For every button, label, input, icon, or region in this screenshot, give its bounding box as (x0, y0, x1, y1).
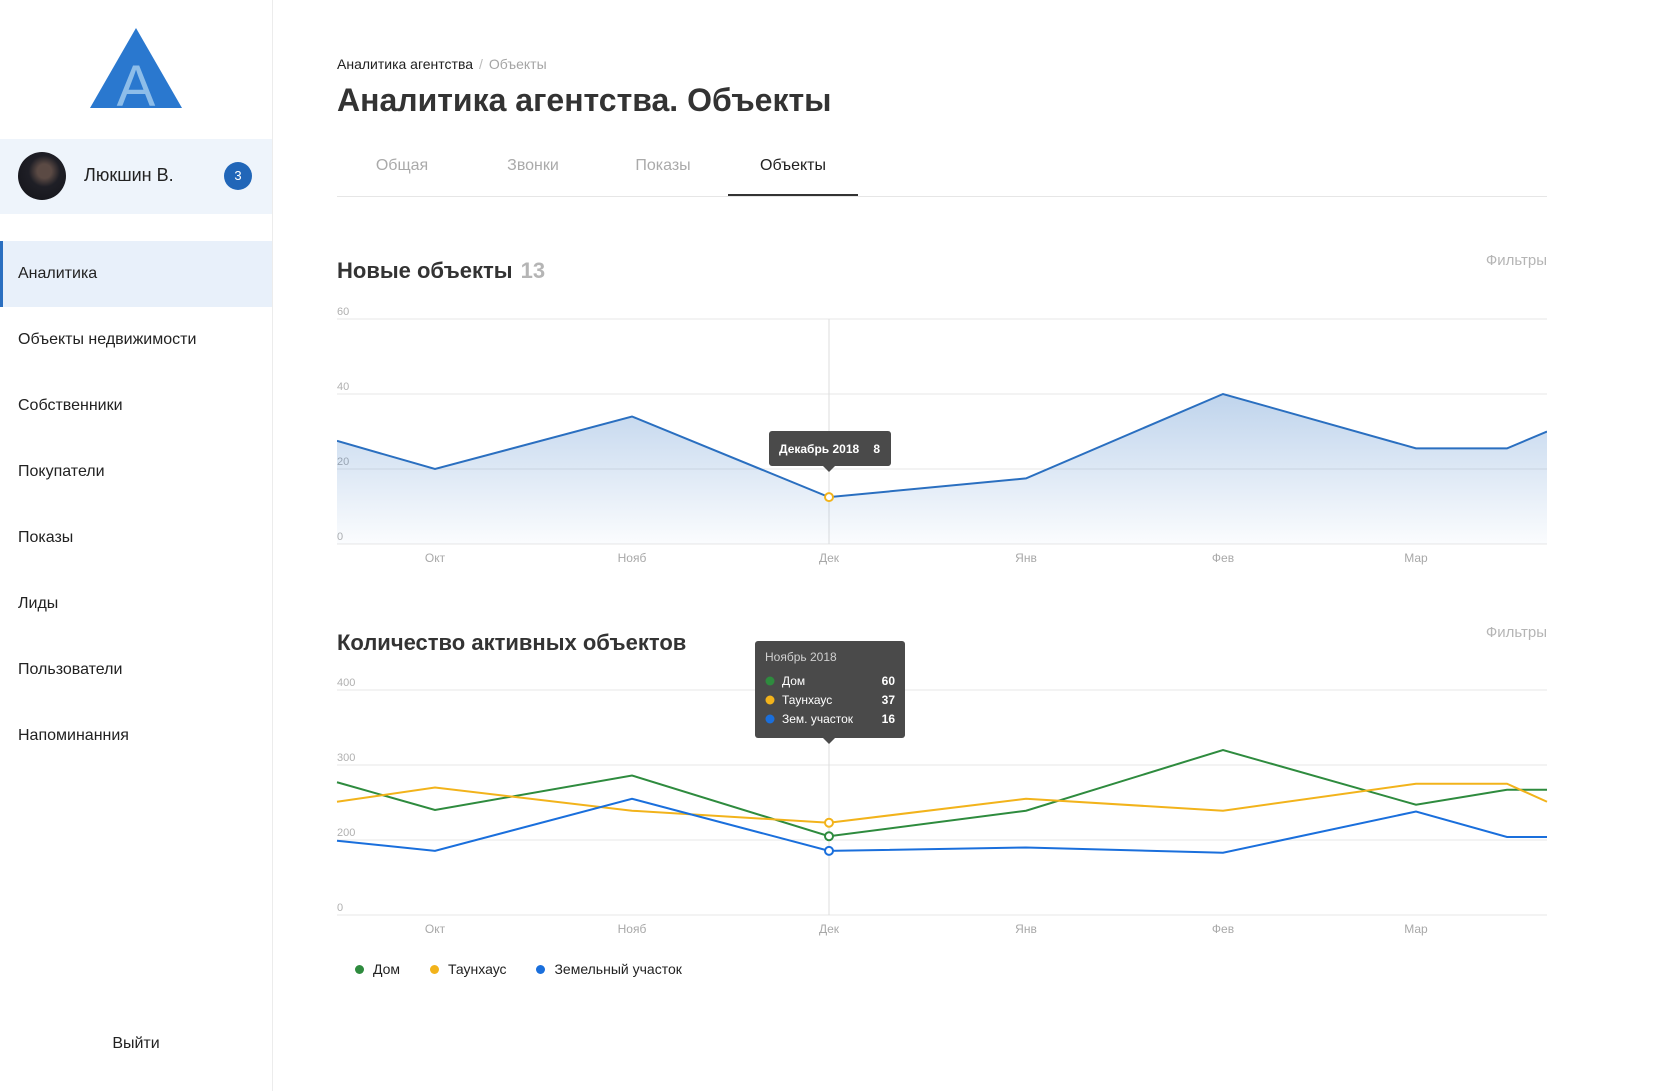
tooltip-row-value: 16 (882, 712, 896, 726)
x-tick-label: Дек (819, 551, 840, 565)
new-objects-count: 13 (520, 258, 546, 283)
x-tick-label: Мар (1404, 922, 1428, 936)
avatar[interactable] (18, 152, 66, 200)
tooltip-dot (765, 714, 775, 724)
sidebar-nav: Аналитика Объекты недвижимости Собственн… (0, 241, 272, 769)
hover-point-townhouse (824, 817, 834, 828)
notification-badge[interactable]: 3 (224, 162, 252, 190)
legend-dot-land (536, 964, 546, 974)
legend-label-townhouse: Таунхаус (447, 961, 507, 977)
tab-calls[interactable]: Звонки (468, 152, 598, 196)
tooltip-row-value: 37 (882, 693, 896, 707)
sidebar-item-reminders[interactable]: Напоминанния (0, 703, 272, 769)
tooltip-row-value: 60 (882, 674, 896, 688)
sidebar-item-buyers[interactable]: Покупатели (0, 439, 272, 505)
legend-item-townhouse[interactable]: Таунхаус (429, 961, 507, 977)
sidebar-item-users[interactable]: Пользователи (0, 637, 272, 703)
x-tick-label: Янв (1015, 551, 1037, 565)
x-tick-label: Фев (1212, 922, 1234, 936)
x-tick-label: Окт (425, 551, 446, 565)
sidebar-item-owners[interactable]: Собственники (0, 373, 272, 439)
chart-legend: Дом Таунхаус Земельный участок (355, 961, 708, 977)
user-panel[interactable]: Люкшин В. 3 (0, 139, 272, 214)
x-tick-label: Окт (425, 922, 446, 936)
sidebar: A Люкшин В. 3 Аналитика Объекты недвижим… (0, 0, 273, 1091)
tooltip-label: Декабрь 2018 (779, 442, 860, 456)
tooltip-value: 8 (873, 442, 880, 456)
tab-general[interactable]: Общая (337, 152, 467, 196)
legend-item-land[interactable]: Земельный участок (536, 961, 682, 977)
tab-objects[interactable]: Объекты (728, 152, 858, 196)
y-tick-label: 200 (337, 827, 355, 839)
breadcrumb: Аналитика агентства / Объекты (337, 56, 547, 72)
new-objects-title-text: Новые объекты (337, 258, 513, 283)
logo-letter: A (117, 54, 156, 110)
sidebar-item-showings[interactable]: Показы (0, 505, 272, 571)
legend-label-land: Земельный участок (554, 961, 682, 977)
new-objects-title: Новые объекты 13 (337, 258, 545, 284)
tooltip-row-label: Таунхаус (782, 693, 832, 707)
tab-showings[interactable]: Показы (598, 152, 728, 196)
legend-dot-house (355, 964, 364, 974)
x-tick-label: Янв (1015, 922, 1037, 936)
tooltip-arrow (823, 738, 835, 744)
app-logo[interactable]: A (88, 26, 184, 110)
sidebar-item-properties[interactable]: Объекты недвижимости (0, 307, 272, 373)
y-tick-label: 60 (337, 306, 349, 318)
x-tick-label: Дек (819, 922, 840, 936)
y-tick-label: 0 (337, 902, 343, 914)
tooltip-dot (765, 676, 775, 686)
sidebar-item-analytics[interactable]: Аналитика (0, 241, 272, 307)
breadcrumb-parent[interactable]: Аналитика агентства (337, 56, 473, 72)
x-tick-label: Фев (1212, 551, 1234, 565)
breadcrumb-current: Объекты (488, 56, 547, 72)
tooltip-row-label: Дом (782, 674, 805, 688)
new-objects-chart[interactable]: 0204060ОктНоябДекЯнвФевМарДекабрь 20188 (337, 300, 1547, 570)
legend-label-house: Дом (373, 961, 401, 977)
breadcrumb-separator: / (479, 56, 483, 72)
tooltip-title: Ноябрь 2018 (765, 650, 837, 664)
sidebar-item-leads[interactable]: Лиды (0, 571, 272, 637)
hover-point-land (824, 845, 834, 856)
tab-bar: Общая Звонки Показы Объекты (337, 152, 1547, 197)
active-objects-title: Количество активных объектов (337, 630, 687, 655)
x-tick-label: Нояб (618, 922, 647, 936)
logout-button[interactable]: Выйти (0, 1035, 272, 1053)
active-objects-filters-button[interactable]: Фильтры (1486, 624, 1547, 641)
hover-point-house (824, 831, 834, 842)
y-tick-label: 400 (337, 677, 355, 689)
tooltip-dot (765, 695, 775, 705)
main-content: Аналитика агентства / Объекты Аналитика аг… (336, 0, 1548, 1091)
legend-dot-townhouse (429, 964, 439, 974)
tooltip-row-label: Зем. участок (782, 712, 854, 726)
y-tick-label: 40 (337, 381, 349, 393)
legend-item-house[interactable]: Дом (355, 961, 400, 977)
y-tick-label: 300 (337, 752, 355, 764)
active-objects-chart[interactable]: 0 200 300 400 Окт Нояб Дек Янв Фев Мар Ноябрь 2018… (336, 641, 1548, 940)
user-name: Люкшин В. (84, 165, 174, 185)
x-tick-label: Нояб (618, 551, 647, 565)
new-objects-filters-button[interactable]: Фильтры (1486, 252, 1547, 269)
series-line-land (336, 797, 1547, 854)
hover-point (824, 492, 834, 503)
page-title: Аналитика агентства. Объекты (337, 82, 832, 118)
x-tick-label: Мар (1404, 551, 1428, 565)
